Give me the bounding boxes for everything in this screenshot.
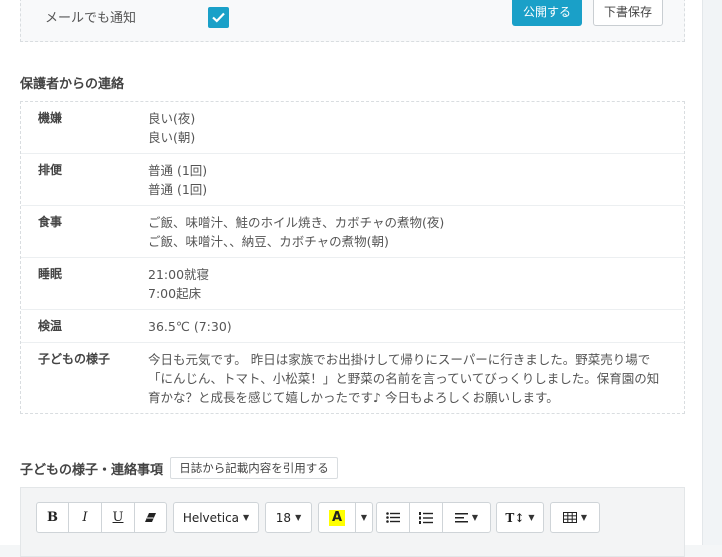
highlight-color-caret[interactable]: ▼ [355,503,372,532]
check-icon [212,12,225,23]
row-value: 普通 (1回) [148,182,208,197]
bold-button[interactable]: B [37,503,68,532]
caret-down-icon: ▼ [580,513,588,522]
save-draft-button[interactable]: 下書保存 [593,0,663,26]
bullet-list-icon [386,512,400,523]
row-value: 21:00就寝 [148,267,210,282]
guardian-section-title: 保護者からの連絡 [20,77,125,92]
numbered-list-icon [419,511,433,524]
highlight-color-button[interactable]: A [319,503,355,532]
row-value: 良い(朝) [148,130,196,145]
row-mood: 機嫌 良い(夜) 良い(朝) [21,102,684,154]
row-bowel: 排便 普通 (1回) 普通 (1回) [21,154,684,206]
row-temperature: 検温 36.5℃ (7:30) [21,310,684,343]
bullet-list-button[interactable] [377,503,409,532]
caret-down-icon: ▼ [528,513,535,522]
align-dropdown[interactable]: ▼ [442,503,490,532]
font-family-dropdown[interactable]: Helvetica ▼ [173,502,259,533]
quote-from-journal-button[interactable]: 日誌から記載内容を引用する [170,457,338,479]
text-size-dropdown[interactable]: T↕ ▼ [496,502,544,533]
text-size-icon: T↕ [505,510,525,525]
row-label: 排便 [38,163,63,177]
underline-button[interactable]: U [101,503,134,532]
caret-down-icon: ▼ [243,513,250,522]
child-notes-section-title: 子どもの様子・連絡事項 [20,463,164,478]
publish-button[interactable]: 公開する [512,0,582,26]
email-notify-label: メールでも通知 [45,11,137,26]
table-dropdown[interactable]: ▼ [550,502,600,533]
row-value: ご飯、味噌汁、、納豆、カボチャの煮物(朝) [148,234,389,249]
notification-panel: メールでも通知 公開する 下書保存 [20,0,685,42]
email-notify-checkbox[interactable] [208,7,229,28]
row-meal: 食事 ご飯、味噌汁、鮭のホイル焼き、カボチャの煮物(夜) ご飯、味噌汁、、納豆、… [21,206,684,258]
row-label: 子どもの様子 [38,352,111,366]
row-value: ご飯、味噌汁、鮭のホイル焼き、カボチャの煮物(夜) [148,215,445,230]
row-label: 睡眠 [38,267,63,281]
row-sleep: 睡眠 21:00就寝 7:00起床 [21,258,684,310]
font-size-dropdown[interactable]: 18 ▼ [265,502,312,533]
italic-button[interactable]: I [68,503,101,532]
font-family-value: Helvetica [182,510,240,525]
caret-down-icon: ▼ [360,513,368,522]
row-value: 7:00起床 [148,286,202,301]
row-value: 今日も元気です。 昨日は家族でお出掛けして帰りにスーパーに行きました。野菜売り場… [148,352,660,405]
row-child-condition: 子どもの様子 今日も元気です。 昨日は家族でお出掛けして帰りにスーパーに行きまし… [21,343,684,413]
row-value: 36.5℃ (7:30) [148,319,232,334]
row-value: 普通 (1回) [148,163,208,178]
caret-down-icon: ▼ [471,513,479,522]
highlight-a-icon: A [328,509,346,526]
highlight-color-group: A ▼ [318,502,373,533]
numbered-list-button[interactable] [409,503,442,532]
paragraph-button-group: ▼ [376,502,491,533]
table-icon [562,512,577,523]
guardian-contact-table: 機嫌 良い(夜) 良い(朝) 排便 普通 (1回) 普通 (1回) 食事 ご飯、… [20,101,685,414]
caret-down-icon: ▼ [295,513,302,522]
row-value: 良い(夜) [148,111,196,126]
row-label: 食事 [38,215,63,229]
eraser-icon [145,513,156,522]
row-label: 検温 [38,319,63,333]
row-label: 機嫌 [38,111,63,125]
rich-text-editor: B I U Helvetica ▼ 18 ▼ A ▼ ▼ T↕ ▼ ▼ [20,487,685,557]
clear-format-button[interactable] [134,503,166,532]
font-size-value: 18 [275,510,292,525]
align-left-icon [454,512,468,522]
right-scroll-rail [702,0,722,545]
format-button-group: B I U [36,502,167,533]
